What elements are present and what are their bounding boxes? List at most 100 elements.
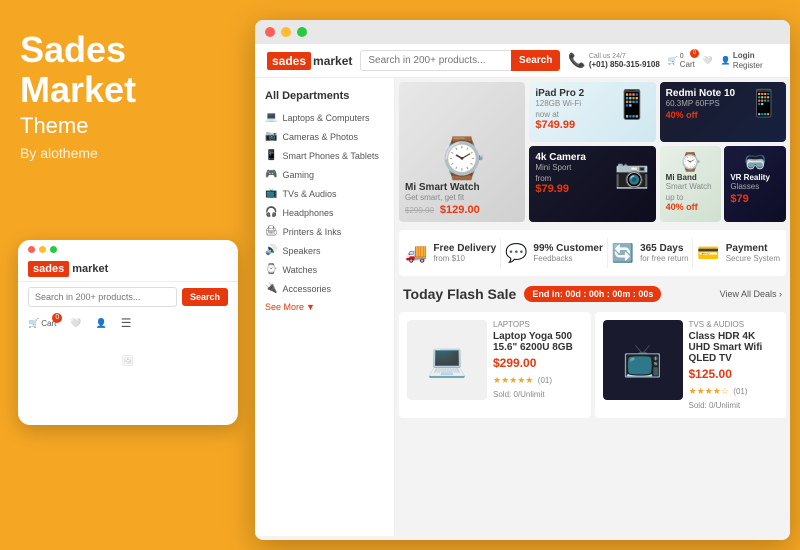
header-search-input[interactable] [360, 50, 511, 71]
mobile-titlebar [18, 240, 238, 257]
sidebar-label-headphones: Headphones [282, 208, 333, 218]
sidebar-item-speakers[interactable]: 🔊 Speakers [255, 241, 394, 260]
mi-watch-image: ⌚ [405, 135, 519, 182]
tv-icon: 📺 [265, 188, 277, 199]
sidebar-label-printers: Printers & Inks [283, 227, 342, 237]
product-vr[interactable]: 🥽 VR Reality Glasses $79 [724, 146, 786, 223]
mobile-icons-bar: 🛒 Cart 0 🤍 👤 ☰ [18, 312, 238, 334]
mobile-dot-red [28, 246, 35, 253]
header-logo-market: market [313, 54, 352, 68]
mobile-user-icon[interactable]: 👤 [96, 318, 107, 329]
mobile-cart-icon[interactable]: 🛒 Cart 0 [28, 318, 56, 329]
camera-icon: 📷 [265, 131, 277, 142]
see-more-arrow: ▼ [306, 302, 315, 312]
sidebar-label-watches: Watches [282, 265, 317, 275]
products-area: ⌚ Mi Smart Watch Get smart, get fit $299… [395, 78, 790, 536]
brand-title: Sades Market [20, 30, 240, 109]
titlebar-close[interactable] [265, 27, 275, 37]
mobile-product-placeholder: 🖼 [18, 334, 238, 389]
laptop-icon: 💻 [265, 112, 277, 123]
phone-label: Call us 24/7 [589, 53, 660, 60]
header-logo: sades market [267, 52, 352, 70]
sidebar-item-headphones[interactable]: 🎧 Headphones [255, 203, 394, 222]
printer-icon: 🖨 [265, 226, 278, 237]
flash-laptop-image: 💻 [407, 320, 487, 400]
flash-sale-header: Today Flash Sale End in: 00d : 00h : 00m… [395, 280, 790, 308]
sidebar-label-speakers: Speakers [282, 246, 320, 256]
heart-icon: 🤍 [703, 56, 713, 65]
flash-tv-image: 📺 [603, 320, 683, 400]
header-search-button[interactable]: Search [511, 50, 560, 71]
sidebar-item-gaming[interactable]: 🎮 Gaming [255, 165, 394, 184]
accessories-icon: 🔌 [265, 283, 277, 294]
titlebar-minimize[interactable] [281, 27, 291, 37]
flash-timer: End in: 00d : 00h : 00m : 00s [524, 286, 661, 302]
flash-product-laptop[interactable]: 💻 LAPTOPS Laptop Yoga 500 15.6" 6200U 8G… [399, 312, 591, 418]
sidebar-item-accessories[interactable]: 🔌 Accessories [255, 279, 394, 298]
product-camera[interactable]: 4k Camera Mini Sport from $79.99 📷 [529, 146, 655, 223]
redmi-image: 📱 [748, 88, 780, 119]
mobile-logo-sades: sades [28, 261, 69, 277]
feature-divider-3 [692, 238, 693, 268]
header-user[interactable]: 👤 Login Register [721, 51, 763, 70]
feature-divider-1 [500, 238, 501, 268]
product-ipad[interactable]: iPad Pro 2 128GB Wi-Fi now at $749.99 📱 [529, 82, 655, 142]
mobile-logo-bar: sades market [18, 257, 238, 282]
mobile-search-bar: Search [18, 282, 238, 312]
mobile-menu-icon[interactable]: ☰ [121, 316, 132, 330]
feature-divider-2 [607, 238, 608, 268]
site-header: sades market Search 📞 Call us 24/7 (+01)… [255, 44, 790, 78]
view-all-deals[interactable]: View All Deals › [720, 289, 782, 299]
phone-icon: 📱 [265, 150, 277, 161]
sidebar-label-cameras: Cameras & Photos [282, 132, 358, 142]
sidebar-label-accessories: Accessories [282, 284, 331, 294]
sidebar-label-laptops: Laptops & Computers [282, 113, 369, 123]
main-content: All Departments 💻 Laptops & Computers 📷 … [255, 78, 790, 536]
header-icons: 🛒 0 Cart 0 🤍 👤 Login Register [668, 51, 763, 70]
product-redmi[interactable]: Redmi Note 10 60.3MP 60FPS 40% off 📱 [660, 82, 786, 142]
header-phone: 📞 Call us 24/7 (+01) 850-315-9108 [568, 52, 659, 69]
sidebar-label-tvs: TVs & Audios [282, 189, 336, 199]
feature-payment: 💳 Payment Secure System [697, 243, 780, 264]
sidebar-item-laptops[interactable]: 💻 Laptops & Computers [255, 108, 394, 127]
phone-icon: 📞 [568, 52, 585, 69]
product-mi-watch[interactable]: ⌚ Mi Smart Watch Get smart, get fit $299… [399, 82, 525, 222]
theme-label: Theme [20, 113, 240, 139]
product-mi-band[interactable]: ⌚ Mi Band Smart Watch up to 40% off [660, 146, 722, 223]
flash-product-tv[interactable]: 📺 TVS & AUDIOS Class HDR 4K UHD Smart Wi… [595, 312, 787, 418]
sidebar-item-tvs[interactable]: 📺 TVs & Audios [255, 184, 394, 203]
header-wishlist[interactable]: 🤍 [703, 56, 713, 65]
sidebar-item-cameras[interactable]: 📷 Cameras & Photos [255, 127, 394, 146]
branding-panel: Sades Market Theme By alotheme [20, 30, 240, 161]
desktop-window: sades market Search 📞 Call us 24/7 (+01)… [255, 20, 790, 540]
returns-icon: 🔄 [612, 243, 634, 264]
sidebar-item-phones[interactable]: 📱 Smart Phones & Tablets [255, 146, 394, 165]
cart-icon: 🛒 [668, 56, 678, 65]
mobile-dot-yellow [39, 246, 46, 253]
sidebar-item-watches[interactable]: ⌚ Watches [255, 260, 394, 279]
mi-band-image: ⌚ [666, 152, 716, 173]
titlebar-maximize[interactable] [297, 27, 307, 37]
watch-icon: ⌚ [265, 264, 277, 275]
payment-icon: 💳 [697, 243, 719, 264]
headphones-icon: 🎧 [265, 207, 277, 218]
ipad-image: 📱 [615, 88, 650, 121]
header-search-form: Search [360, 50, 560, 71]
gaming-icon: 🎮 [265, 169, 277, 180]
delivery-icon: 🚚 [405, 243, 427, 264]
user-icon: 👤 [721, 56, 731, 65]
see-more-button[interactable]: See More ▼ [255, 298, 394, 316]
mobile-search-button[interactable]: Search [182, 288, 228, 306]
header-logo-sades: sades [267, 52, 311, 70]
flash-sale-products: 💻 LAPTOPS Laptop Yoga 500 15.6" 6200U 8G… [395, 308, 790, 424]
features-row: 🚚 Free Delivery from $10 💬 99% Customer … [399, 230, 786, 276]
header-cart[interactable]: 🛒 0 Cart 0 [668, 53, 695, 69]
mobile-search-input[interactable] [28, 287, 177, 307]
product-row-3-2: ⌚ Mi Band Smart Watch up to 40% off 🥽 VR… [660, 146, 786, 223]
hero-grid: ⌚ Mi Smart Watch Get smart, get fit $299… [395, 78, 790, 226]
sidebar: All Departments 💻 Laptops & Computers 📷 … [255, 78, 395, 536]
mobile-wishlist-icon[interactable]: 🤍 [70, 318, 81, 329]
sidebar-item-printers[interactable]: 🖨 Printers & Inks [255, 222, 394, 241]
feature-feedback: 💬 99% Customer Feedbacks [505, 243, 603, 264]
speaker-icon: 🔊 [265, 245, 277, 256]
